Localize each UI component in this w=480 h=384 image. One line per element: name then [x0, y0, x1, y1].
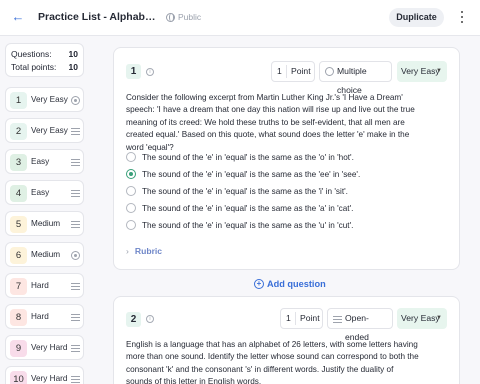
- lines-icon: [71, 283, 80, 290]
- question-number-badge: 2: [126, 312, 141, 327]
- question-nav-item[interactable]: 2 Very Easy: [5, 118, 84, 143]
- lines-icon: [71, 159, 80, 166]
- lines-icon: [71, 376, 80, 383]
- radio-button[interactable]: [126, 152, 136, 162]
- question-number-badge: 1: [126, 64, 141, 79]
- question-number: 7: [10, 278, 27, 295]
- chevron-down-icon: ▼: [436, 68, 442, 74]
- answer-option[interactable]: The sound of the 'e' in 'equal' is the s…: [126, 151, 354, 163]
- question-difficulty: Very Easy: [31, 95, 68, 104]
- points-label: Total points:: [11, 62, 57, 72]
- duplicate-button[interactable]: Duplicate: [389, 8, 444, 27]
- info-icon[interactable]: i: [146, 68, 154, 76]
- question-difficulty: Medium: [31, 250, 61, 259]
- page-title: Practice List - Alphabet and Sounds: [38, 11, 156, 23]
- question-difficulty: Easy: [31, 188, 50, 197]
- question-difficulty: Hard: [31, 312, 49, 321]
- question-text: English is a language that has an alphab…: [126, 340, 419, 384]
- option-text: The sound of the 'e' in 'equal' is the s…: [142, 220, 354, 230]
- lines-icon: [333, 316, 342, 323]
- top-bar: ← Practice List - Alphabet and Sounds Pu…: [0, 0, 480, 36]
- radio-button[interactable]: [126, 220, 136, 230]
- question-text: Consider the following excerpt from Mart…: [126, 93, 415, 152]
- lines-icon: [71, 345, 80, 352]
- radio-button[interactable]: [126, 203, 136, 213]
- question-nav-item[interactable]: 6 Medium: [5, 242, 84, 267]
- question-difficulty: Very Hard: [31, 343, 68, 352]
- question-nav-item[interactable]: 8 Hard: [5, 304, 84, 329]
- radio-icon: [71, 96, 80, 105]
- question-number: 8: [10, 309, 27, 326]
- radio-button-selected[interactable]: [126, 169, 136, 179]
- answer-option[interactable]: The sound of the 'e' in 'equal' is the s…: [126, 202, 353, 214]
- info-icon[interactable]: i: [146, 315, 154, 323]
- question-number: 1: [10, 92, 27, 109]
- question-type-select[interactable]: Multiple choice: [319, 61, 392, 95]
- answer-option[interactable]: The sound of the 'e' in 'equal' is the s…: [126, 185, 348, 197]
- quiz-summary: Questions: 10 Total points: 10: [5, 43, 84, 77]
- question-nav-item[interactable]: 4 Easy: [5, 180, 84, 205]
- rubric-toggle[interactable]: › Rubric: [126, 246, 162, 256]
- difficulty-label: Very Easy: [401, 66, 440, 76]
- points-unit: Point: [300, 313, 320, 323]
- points-unit: Point: [291, 66, 311, 76]
- option-text: The sound of the 'e' in 'equal' is the s…: [142, 169, 361, 179]
- question-nav-item[interactable]: 10 Very Hard: [5, 366, 84, 384]
- question-number: 4: [10, 185, 27, 202]
- question-number: 3: [10, 154, 27, 171]
- option-text: The sound of the 'e' in 'equal' is the s…: [142, 203, 354, 213]
- question-difficulty: Easy: [31, 157, 50, 166]
- plus-circle-icon: +: [254, 279, 264, 289]
- lines-icon: [71, 314, 80, 321]
- chevron-down-icon: ▼: [436, 315, 442, 321]
- question-type-select[interactable]: Open-ended: [327, 308, 393, 342]
- difficulty-label: Very Easy: [401, 313, 440, 323]
- points-field[interactable]: 1 Point: [271, 61, 315, 82]
- question-nav-item[interactable]: 3 Easy: [5, 149, 84, 174]
- visibility-label: Public: [178, 12, 202, 22]
- question-difficulty: Very Easy: [31, 126, 68, 135]
- question-number: 6: [10, 247, 27, 264]
- radio-icon: [71, 251, 80, 260]
- lines-icon: [71, 128, 80, 135]
- question-nav-item[interactable]: 9 Very Hard: [5, 335, 84, 360]
- questions-count: 10: [68, 49, 78, 59]
- option-text: The sound of the 'e' in 'equal' is the s…: [142, 152, 354, 162]
- add-question-label: Add question: [267, 279, 326, 289]
- chevron-right-icon: ›: [126, 246, 129, 256]
- answer-option[interactable]: The sound of the 'e' in 'equal' is the s…: [126, 219, 353, 231]
- question-difficulty: Medium: [31, 219, 61, 228]
- visibility-indicator: Public: [166, 12, 201, 22]
- points-value: 1: [277, 66, 282, 76]
- question-difficulty: Very Hard: [31, 374, 68, 383]
- radio-button[interactable]: [126, 186, 136, 196]
- radio-icon: [325, 67, 334, 76]
- difficulty-select[interactable]: Very Easy ▼: [397, 61, 447, 82]
- question-nav-item[interactable]: 7 Hard: [5, 273, 84, 298]
- question-nav-item[interactable]: 1 Very Easy: [5, 87, 84, 112]
- answer-option[interactable]: The sound of the 'e' in 'equal' is the s…: [126, 168, 360, 180]
- back-arrow-icon[interactable]: ←: [11, 10, 25, 24]
- lines-icon: [71, 221, 80, 228]
- points-value: 1: [286, 313, 291, 323]
- globe-icon: [166, 12, 175, 22]
- difficulty-select[interactable]: Very Easy ▼: [397, 308, 447, 329]
- question-number: 5: [10, 216, 27, 233]
- questions-label: Questions:: [11, 49, 52, 59]
- question-number: 2: [10, 123, 27, 140]
- add-question-button[interactable]: + Add question: [254, 279, 326, 289]
- question-nav-item[interactable]: 5 Medium: [5, 211, 84, 236]
- lines-icon: [71, 190, 80, 197]
- more-options-icon[interactable]: [455, 10, 469, 24]
- points-total: 10: [68, 62, 78, 72]
- option-text: The sound of the 'e' in 'equal' is the s…: [142, 186, 348, 196]
- question-number: 10: [10, 371, 27, 384]
- question-number: 9: [10, 340, 27, 357]
- points-field[interactable]: 1 Point: [280, 308, 323, 329]
- rubric-label: Rubric: [134, 246, 163, 256]
- question-difficulty: Hard: [31, 281, 49, 290]
